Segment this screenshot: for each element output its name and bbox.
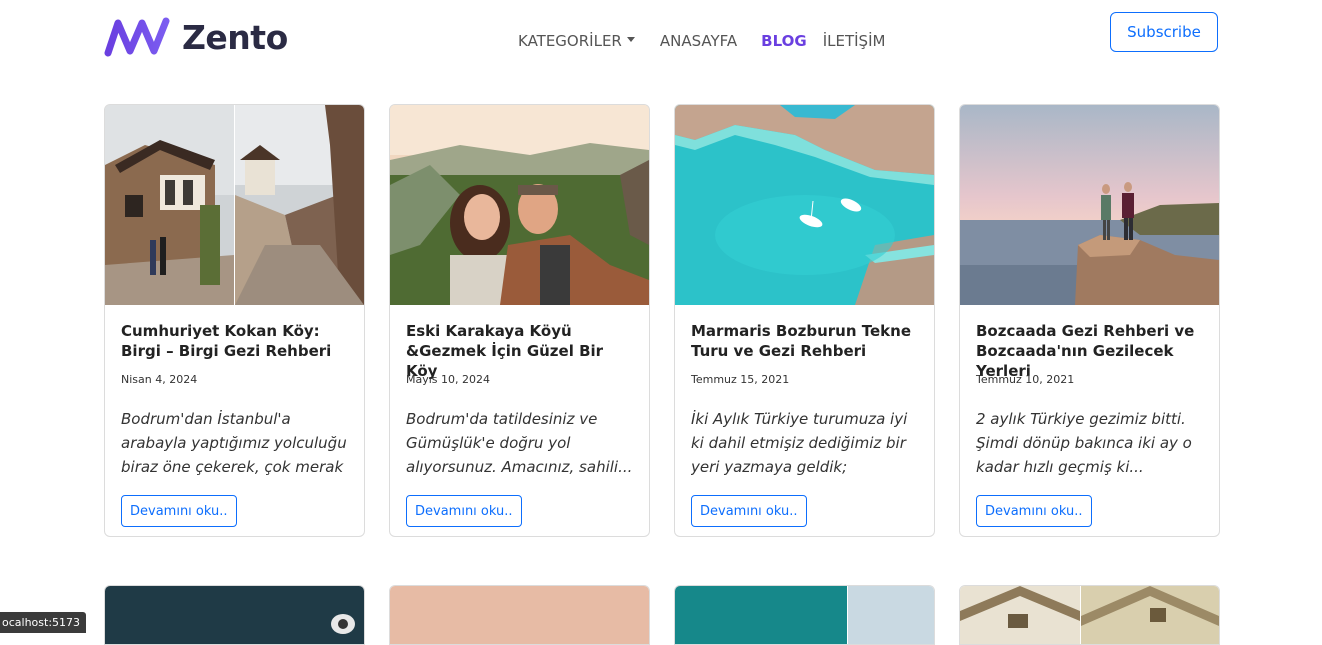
attic-bedroom-photo bbox=[960, 586, 1219, 644]
card-excerpt: Bodrum'dan İstanbul'a arabayla yaptığımı… bbox=[121, 410, 347, 476]
site-header: Zento KATEGORİLER ANASAYFA BLOG İLETİŞİM… bbox=[0, 0, 1322, 80]
blog-card[interactable] bbox=[389, 585, 650, 645]
couple-on-cliff-sea-photo[interactable] bbox=[960, 105, 1219, 305]
blog-card[interactable] bbox=[674, 585, 935, 645]
wave-logo-icon bbox=[104, 15, 172, 59]
read-more-button[interactable]: Devamını oku.. bbox=[976, 495, 1092, 527]
couple-selfie-photo[interactable] bbox=[390, 105, 649, 305]
nav-label: KATEGORİLER bbox=[518, 32, 622, 50]
brand-name: Zento bbox=[182, 17, 288, 57]
status-bar-url: ocalhost:5173 bbox=[0, 612, 87, 633]
dark-sea-boat-photo bbox=[105, 586, 364, 644]
nav-item-blog[interactable]: BLOG bbox=[761, 32, 807, 50]
card-date: Mayıs 10, 2024 bbox=[406, 373, 491, 386]
card-excerpt: İki Aylık Türkiye turumuza iyi ki dahil … bbox=[691, 410, 908, 476]
blog-card: Bozcaada Gezi Rehberi ve Bozcaada'nın Ge… bbox=[959, 104, 1220, 537]
card-title[interactable]: Eski Karakaya Köyü &Gezmek İçin Güzel Bi… bbox=[406, 321, 633, 380]
blog-card: Eski Karakaya Köyü &Gezmek İçin Güzel Bi… bbox=[389, 104, 650, 537]
read-more-button[interactable]: Devamını oku.. bbox=[691, 495, 807, 527]
blog-card: Cumhuriyet Kokan Köy: Birgi – Birgi Gezi… bbox=[104, 104, 365, 537]
card-date: Temmuz 15, 2021 bbox=[691, 373, 790, 386]
nav-item-anasayfa[interactable]: ANASAYFA bbox=[660, 32, 737, 50]
read-more-button[interactable]: Devamını oku.. bbox=[406, 495, 522, 527]
card-date: Nisan 4, 2024 bbox=[121, 373, 198, 386]
card-title[interactable]: Marmaris Bozburun Tekne Turu ve Gezi Reh… bbox=[691, 321, 918, 361]
caret-down-icon bbox=[626, 37, 635, 42]
main-nav: KATEGORİLER ANASAYFA BLOG İLETİŞİM bbox=[518, 31, 885, 51]
card-title[interactable]: Bozcaada Gezi Rehberi ve Bozcaada'nın Ge… bbox=[976, 321, 1203, 380]
brand-logo[interactable]: Zento bbox=[104, 14, 288, 60]
blog-card-grid-row-2 bbox=[104, 585, 1220, 645]
card-excerpt: Bodrum'da tatildesiniz ve Gümüşlük'e doğ… bbox=[406, 410, 633, 476]
teal-sea-split-photo bbox=[675, 586, 934, 644]
card-title[interactable]: Cumhuriyet Kokan Köy: Birgi – Birgi Gezi… bbox=[121, 321, 348, 361]
blog-card: Marmaris Bozburun Tekne Turu ve Gezi Reh… bbox=[674, 104, 935, 537]
turquoise-bay-boats-photo[interactable] bbox=[675, 105, 934, 305]
blog-card-grid: Cumhuriyet Kokan Köy: Birgi – Birgi Gezi… bbox=[104, 104, 1220, 537]
card-date: Temmuz 10, 2021 bbox=[976, 373, 1075, 386]
nav-item-kategoriler[interactable]: KATEGORİLER bbox=[518, 32, 635, 50]
card-excerpt: 2 aylık Türkiye gezimiz bitti. Şimdi dön… bbox=[976, 410, 1192, 476]
subscribe-button[interactable]: Subscribe bbox=[1110, 12, 1218, 52]
blog-card[interactable] bbox=[104, 585, 365, 645]
read-more-button[interactable]: Devamını oku.. bbox=[121, 495, 237, 527]
nav-item-iletisim[interactable]: İLETİŞİM bbox=[823, 32, 886, 50]
pink-sand-photo bbox=[390, 586, 649, 644]
village-stone-houses-photo[interactable] bbox=[105, 105, 364, 305]
blog-card[interactable] bbox=[959, 585, 1220, 645]
